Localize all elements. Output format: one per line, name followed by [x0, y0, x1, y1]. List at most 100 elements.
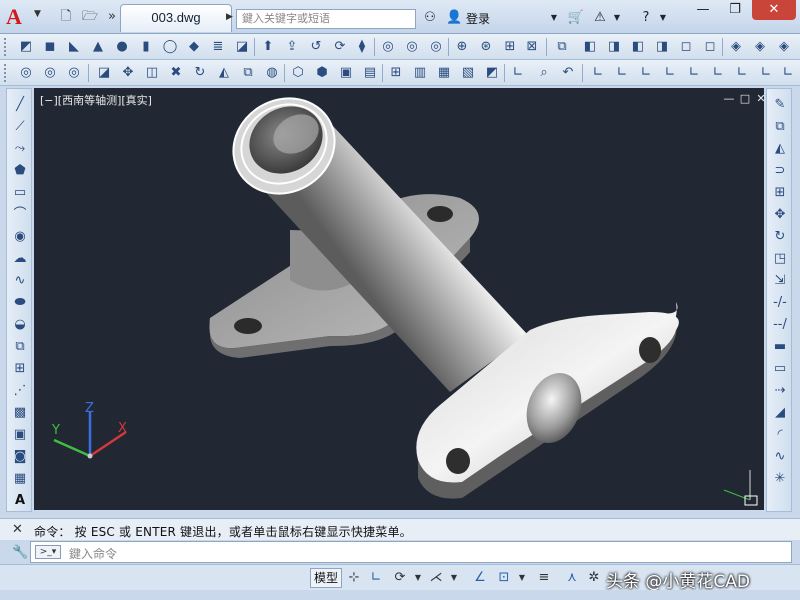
minimize-button[interactable]: — [688, 0, 718, 20]
polysolid-icon[interactable]: ◩ [16, 37, 36, 57]
binoculars-icon[interactable]: ⚇ [420, 9, 440, 27]
break-at-point-icon[interactable]: ▬ [770, 337, 790, 357]
sweep-icon[interactable]: ↺ [306, 37, 326, 57]
ucs-x-icon[interactable]: ∟ [588, 63, 608, 83]
array-icon[interactable]: ⊞ [770, 183, 790, 203]
union-icon[interactable]: ◎ [16, 63, 36, 83]
help-icon[interactable]: ? [636, 9, 656, 27]
model-space-button[interactable]: 模型 [310, 568, 342, 588]
drawing-viewport[interactable]: [−][西南等轴测][真实] — □ ✕ Z Y X [34, 88, 764, 510]
3d-rotate-icon[interactable]: ⊛ [476, 37, 496, 57]
union-icon[interactable]: ◎ [378, 37, 398, 57]
view-back-icon[interactable]: ◻ [700, 37, 720, 57]
copy-icon[interactable]: ⧉ [770, 117, 790, 137]
slice-icon[interactable]: ▧ [458, 63, 478, 83]
grid-icon[interactable]: ⊹ [344, 569, 364, 587]
rotate-icon[interactable]: ↻ [770, 227, 790, 247]
line-icon[interactable]: ╱ [10, 95, 30, 115]
revolve-icon[interactable]: ⟳ [330, 37, 350, 57]
extrude-faces-icon[interactable]: ◪ [94, 63, 114, 83]
loft-icon[interactable]: ⧫ [352, 37, 372, 57]
ellipse-icon[interactable]: ⬬ [10, 293, 30, 313]
copy-faces-icon[interactable]: ⧉ [238, 63, 258, 83]
open-file-icon[interactable]: 🗁 [80, 8, 100, 26]
ucs-y-icon[interactable]: ∟ [612, 63, 632, 83]
3d-move-icon[interactable]: ⊕ [452, 37, 472, 57]
application-menu-arrow-icon[interactable]: ▼ [34, 9, 41, 19]
box-icon[interactable]: ◼ [40, 37, 60, 57]
fillet-icon[interactable]: ◜ [770, 425, 790, 445]
close-button[interactable]: ✕ [752, 0, 796, 20]
rotate-faces-icon[interactable]: ↻ [190, 63, 210, 83]
planar-surface-icon[interactable]: ◪ [232, 37, 252, 57]
cone-icon[interactable]: ▲ [88, 37, 108, 57]
help-dropdown-icon[interactable]: ▼ [658, 9, 668, 27]
isodraft-icon[interactable]: ⋌ [426, 569, 446, 587]
pyramid-icon[interactable]: ◆ [184, 37, 204, 57]
extend-icon[interactable]: --/ [770, 315, 790, 335]
shell-icon[interactable]: ▥ [410, 63, 430, 83]
arc-icon[interactable]: ⌒ [10, 205, 30, 225]
3d-align-icon[interactable]: ⊞ [500, 37, 520, 57]
3d-array-icon[interactable]: ⊠ [522, 37, 542, 57]
trim-icon[interactable]: -/- [770, 293, 790, 313]
helix-icon[interactable]: ≣ [208, 37, 228, 57]
more-tools-icon[interactable]: » [102, 8, 122, 26]
mirror-icon[interactable]: ◭ [770, 139, 790, 159]
cart-icon[interactable]: 🛒 [566, 9, 586, 27]
object-snap-dropdown-icon[interactable]: ▼ [512, 569, 532, 587]
point-icon[interactable]: ⋰ [10, 381, 30, 401]
object-snap-icon[interactable]: ⊡ [494, 569, 514, 587]
break-icon[interactable]: ▭ [770, 359, 790, 379]
copy-edges-icon[interactable]: ⬡ [288, 63, 308, 83]
3d-model-render[interactable]: Z Y X [34, 88, 764, 510]
offset-icon[interactable]: ⊃ [770, 161, 790, 181]
command-line[interactable]: >_▾ 鍵入命令 [30, 541, 792, 563]
fillet-edge-icon[interactable]: ◩ [482, 63, 502, 83]
separate-icon[interactable]: ⊞ [386, 63, 406, 83]
sphere-icon[interactable]: ● [112, 37, 132, 57]
view-named-icon[interactable]: ⧉ [552, 37, 572, 57]
subtract-icon[interactable]: ◎ [402, 37, 422, 57]
command-close-icon[interactable]: ✕ [12, 522, 23, 537]
ucs-object-icon[interactable]: ∟ [684, 63, 704, 83]
ortho-icon[interactable]: ∟ [366, 569, 386, 587]
isodraft-dropdown-icon[interactable]: ▼ [444, 569, 464, 587]
view-ne-iso-icon[interactable]: ◈ [774, 37, 794, 57]
view-bottom-icon[interactable]: ◨ [604, 37, 624, 57]
login-link[interactable]: 登录 [466, 10, 490, 27]
exchange-icon[interactable]: ⚠ [590, 9, 610, 27]
move-faces-icon[interactable]: ✥ [118, 63, 138, 83]
subtract-icon[interactable]: ◎ [40, 63, 60, 83]
command-input[interactable]: 鍵入命令 [69, 545, 117, 562]
polygon-icon[interactable]: ⬟ [10, 161, 30, 181]
explode-icon[interactable]: ✳ [770, 469, 790, 489]
ellipse-arc-icon[interactable]: ◒ [10, 315, 30, 335]
annotation-visibility-icon[interactable]: ⋏ [562, 569, 582, 587]
color-edges-icon[interactable]: ⬢ [312, 63, 332, 83]
erase-icon[interactable]: ✎ [770, 95, 790, 115]
blend-curves-icon[interactable]: ∿ [770, 447, 790, 467]
intersect-icon[interactable]: ◎ [64, 63, 84, 83]
taper-faces-icon[interactable]: ◭ [214, 63, 234, 83]
view-left-icon[interactable]: ◧ [628, 37, 648, 57]
view-se-iso-icon[interactable]: ◈ [750, 37, 770, 57]
rectangle-icon[interactable]: ▭ [10, 183, 30, 203]
ucs-previous-icon[interactable]: ↶ [558, 63, 578, 83]
document-tab[interactable]: 003.dwg [120, 4, 232, 32]
polar-tracking-icon[interactable]: ⟳ [390, 569, 410, 587]
command-customize-icon[interactable]: 🔧 [12, 545, 28, 560]
search-input[interactable]: 鍵入关键字或短语 [236, 9, 416, 29]
new-file-icon[interactable]: 🗋 [56, 8, 76, 26]
gradient-icon[interactable]: ▣ [10, 425, 30, 445]
ucs-face-icon[interactable]: ∟ [708, 63, 728, 83]
search-expand-icon[interactable]: ▶ [226, 12, 236, 24]
view-sw-iso-icon[interactable]: ◈ [726, 37, 746, 57]
polar-dropdown-icon[interactable]: ▼ [408, 569, 428, 587]
view-right-icon[interactable]: ◨ [652, 37, 672, 57]
torus-icon[interactable]: ◯ [160, 37, 180, 57]
ucs-3point-icon[interactable]: ∟ [660, 63, 680, 83]
workspace-icon[interactable]: ✲ [584, 569, 604, 587]
imprint-icon[interactable]: ▣ [336, 63, 356, 83]
view-front-icon[interactable]: ◻ [676, 37, 696, 57]
